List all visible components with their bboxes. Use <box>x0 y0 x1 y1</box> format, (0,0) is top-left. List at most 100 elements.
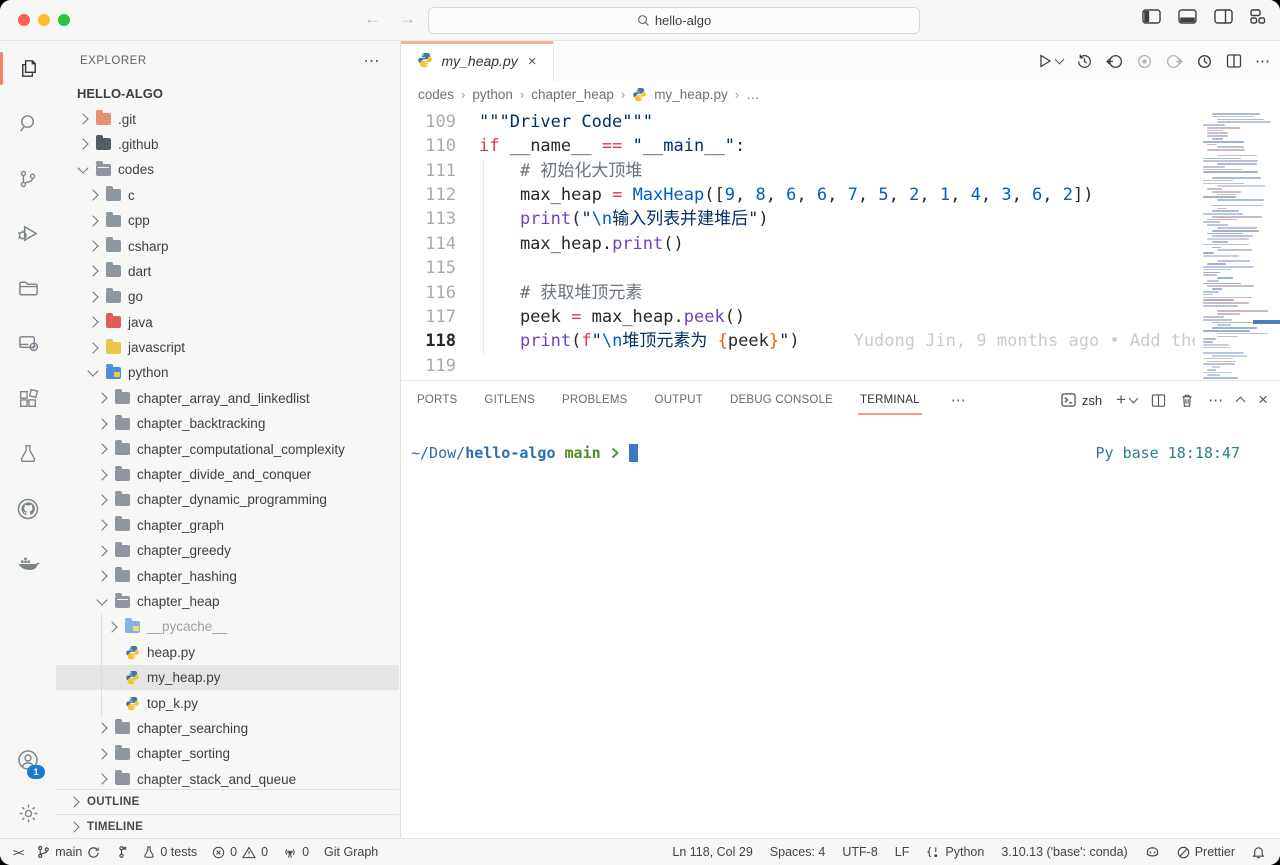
toggle-primary-sidebar-icon[interactable] <box>1142 9 1161 24</box>
split-terminal-icon[interactable] <box>1151 393 1166 408</box>
tree-item-chapter-hashing[interactable]: chapter_hashing <box>56 563 399 588</box>
terminal[interactable]: ~/Dow/hello-algo main Py base 18:18:47 <box>411 419 1280 839</box>
tree-item-chapter-sorting[interactable]: chapter_sorting <box>56 741 399 766</box>
run-above-icon[interactable] <box>1196 53 1213 70</box>
indentation-status[interactable]: Spaces: 4 <box>770 845 826 859</box>
back-circle-icon[interactable] <box>1106 53 1123 70</box>
customize-layout-icon[interactable] <box>1250 9 1266 24</box>
activity-github-icon[interactable] <box>0 481 56 536</box>
tree-item--github[interactable]: .github <box>56 132 399 157</box>
navigate-back-icon[interactable]: ← <box>364 9 381 29</box>
kill-terminal-trash-icon[interactable] <box>1180 393 1194 408</box>
maximize-panel-icon[interactable] <box>1236 397 1246 407</box>
tree-item-my-heap-py[interactable]: my_heap.py <box>56 665 399 690</box>
explorer-more-actions-icon[interactable]: ⋯ <box>364 51 381 71</box>
tree-item-chapter-array-and-linkedlist[interactable]: chapter_array_and_linkedlist <box>56 386 399 411</box>
tree-item-c[interactable]: c <box>56 183 399 208</box>
code-line-115[interactable]: 115 <box>401 256 1280 280</box>
panel-tab-debug-console[interactable]: DEBUG CONSOLE <box>730 394 833 406</box>
panel-tab-ports[interactable]: PORTS <box>417 394 457 406</box>
code-line-114[interactable]: 114 max_heap.print() <box>401 232 1280 256</box>
new-terminal-button[interactable]: + <box>1116 390 1137 410</box>
tree-item-javascript[interactable]: javascript <box>56 335 399 360</box>
remote-indicator[interactable]: >< <box>13 846 22 859</box>
encoding-status[interactable]: UTF-8 <box>842 845 877 859</box>
tree-item-chapter-greedy[interactable]: chapter_greedy <box>56 538 399 563</box>
breadcrumb-codes[interactable]: codes <box>418 87 454 102</box>
split-editor-icon[interactable] <box>1226 53 1242 69</box>
tree-item-chapter-heap[interactable]: chapter_heap <box>56 589 399 614</box>
code-line-111[interactable]: 111 # 初始化大顶堆 <box>401 159 1280 183</box>
tree-item-chapter-searching[interactable]: chapter_searching <box>56 716 399 741</box>
gitlens-status-icon[interactable] <box>115 845 128 859</box>
code-line-119[interactable]: 119 <box>401 354 1280 378</box>
panel-tabs-overflow-icon[interactable]: ⋯ <box>951 391 966 409</box>
navigate-forward-icon[interactable]: → <box>399 9 416 29</box>
breadcrumb-symbol[interactable]: … <box>746 87 760 102</box>
panel-tab-terminal[interactable]: TERMINAL <box>860 394 920 406</box>
breadcrumb-chapter-heap[interactable]: chapter_heap <box>531 87 614 102</box>
activity-search-icon[interactable] <box>0 96 56 151</box>
code-line-116[interactable]: 116 # 获取堆顶元素 <box>401 281 1280 305</box>
tab-my-heap[interactable]: my_heap.py × <box>401 41 554 81</box>
tree-item-go[interactable]: go <box>56 284 399 309</box>
activity-remote-explorer-icon[interactable] <box>0 316 56 371</box>
code-editor[interactable]: 109"""Driver Code"""110if __name__ == "_… <box>401 107 1280 380</box>
timeline-history-icon[interactable] <box>1076 53 1093 70</box>
close-tab-icon[interactable]: × <box>528 53 537 70</box>
tree-item-cpp[interactable]: cpp <box>56 208 399 233</box>
tree-item-java[interactable]: java <box>56 310 399 335</box>
tree-item-top-k-py[interactable]: top_k.py <box>56 690 399 715</box>
settings-gear-icon[interactable] <box>0 787 56 839</box>
activity-docker-icon[interactable] <box>0 536 56 591</box>
code-line-109[interactable]: 109"""Driver Code""" <box>401 110 1280 134</box>
code-line-112[interactable]: 112 max_heap = MaxHeap([9, 8, 6, 6, 7, 5… <box>401 183 1280 207</box>
code-line-118[interactable]: 118 print(f"\n堆顶元素为 {peek}")Yudong Jin, … <box>401 329 1280 353</box>
tree-root-hello-algo[interactable]: HELLO-ALGO <box>56 81 399 106</box>
circle-dot-icon[interactable] <box>1136 53 1153 70</box>
breadcrumb-file[interactable]: my_heap.py <box>654 87 728 102</box>
language-mode-status[interactable]: Python <box>926 845 984 859</box>
tree-item-chapter-backtracking[interactable]: chapter_backtracking <box>56 411 399 436</box>
panel-more-actions-icon[interactable]: ⋯ <box>1208 391 1223 409</box>
toggle-panel-icon[interactable] <box>1178 9 1197 24</box>
panel-tab-problems[interactable]: PROBLEMS <box>562 394 628 406</box>
tree-item-csharp[interactable]: csharp <box>56 233 399 258</box>
activity-testing-icon[interactable] <box>0 426 56 481</box>
tree-item--git[interactable]: .git <box>56 106 399 131</box>
zoom-window-button[interactable] <box>58 14 70 26</box>
tree-item-codes[interactable]: codes <box>56 157 399 182</box>
activity-run-debug-icon[interactable] <box>0 206 56 261</box>
activity-explorer-icon[interactable] <box>0 41 56 96</box>
tree-item-chapter-dynamic-programming[interactable]: chapter_dynamic_programming <box>56 487 399 512</box>
tree-item-dart[interactable]: dart <box>56 259 399 284</box>
outline-section[interactable]: OUTLINE <box>56 789 399 814</box>
tree-item-chapter-stack-and-queue[interactable]: chapter_stack_and_queue <box>56 767 399 790</box>
code-line-117[interactable]: 117 peek = max_heap.peek() <box>401 305 1280 329</box>
accounts-icon[interactable]: 1 <box>0 732 56 787</box>
git-graph-button[interactable]: Git Graph <box>324 845 378 859</box>
code-line-113[interactable]: 113 print("\n输入列表并建堆后") <box>401 207 1280 231</box>
tree-item-python[interactable]: python <box>56 360 399 385</box>
close-panel-icon[interactable]: × <box>1258 390 1268 410</box>
tests-status[interactable]: 0 tests <box>143 845 197 859</box>
cursor-position-status[interactable]: Ln 118, Col 29 <box>672 845 752 859</box>
ports-status[interactable]: 0 <box>283 845 309 859</box>
problems-status[interactable]: 0 0 <box>212 845 268 859</box>
tree-item-heap-py[interactable]: heap.py <box>56 640 399 665</box>
tree-item-chapter-divide-and-conquer[interactable]: chapter_divide_and_conquer <box>56 462 399 487</box>
activity-source-control-icon[interactable] <box>0 151 56 206</box>
activity-folder-icon[interactable] <box>0 261 56 316</box>
tree-item-chapter-computational-complexity[interactable]: chapter_computational_complexity <box>56 436 399 461</box>
code-line-110[interactable]: 110if __name__ == "__main__": <box>401 134 1280 158</box>
close-window-button[interactable] <box>18 14 30 26</box>
activity-extensions-icon[interactable] <box>0 371 56 426</box>
terminal-instance[interactable]: zsh <box>1061 393 1102 408</box>
eol-status[interactable]: LF <box>895 845 910 859</box>
timeline-section[interactable]: TIMELINE <box>56 814 399 839</box>
minimize-window-button[interactable] <box>38 14 50 26</box>
notifications-bell-icon[interactable] <box>1252 845 1265 859</box>
minimap[interactable] <box>1195 107 1280 380</box>
toggle-secondary-sidebar-icon[interactable] <box>1214 9 1233 24</box>
panel-tab-output[interactable]: OUTPUT <box>655 394 703 406</box>
